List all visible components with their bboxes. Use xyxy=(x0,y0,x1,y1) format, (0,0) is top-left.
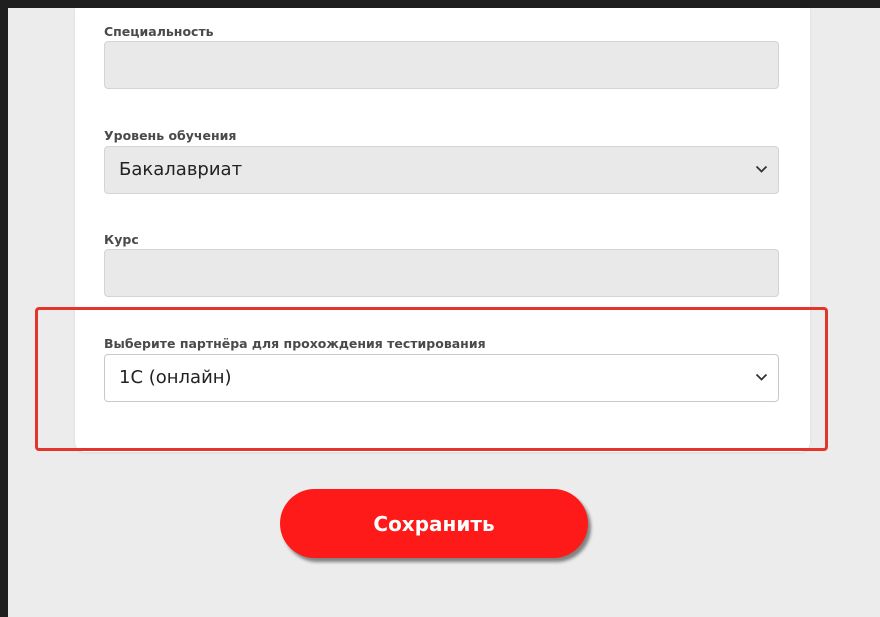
partner-value: 1С (онлайн) xyxy=(119,367,232,388)
course-field[interactable] xyxy=(104,249,779,297)
form-card: Специальность Уровень обучения Бакалаври… xyxy=(75,8,810,452)
partner-label: Выберите партнёра для прохождения тестир… xyxy=(104,336,486,351)
education-level-value: Бакалавриат xyxy=(119,159,243,180)
education-level-label: Уровень обучения xyxy=(104,128,237,143)
partner-select[interactable]: 1С (онлайн) xyxy=(104,354,779,402)
chevron-down-icon xyxy=(755,373,768,381)
education-level-select[interactable]: Бакалавриат xyxy=(104,146,779,194)
specialty-label: Специальность xyxy=(104,24,214,39)
specialty-field[interactable] xyxy=(104,41,779,89)
chevron-down-icon xyxy=(755,165,768,173)
save-button[interactable]: Сохранить xyxy=(280,489,588,558)
course-label: Курс xyxy=(104,232,139,247)
